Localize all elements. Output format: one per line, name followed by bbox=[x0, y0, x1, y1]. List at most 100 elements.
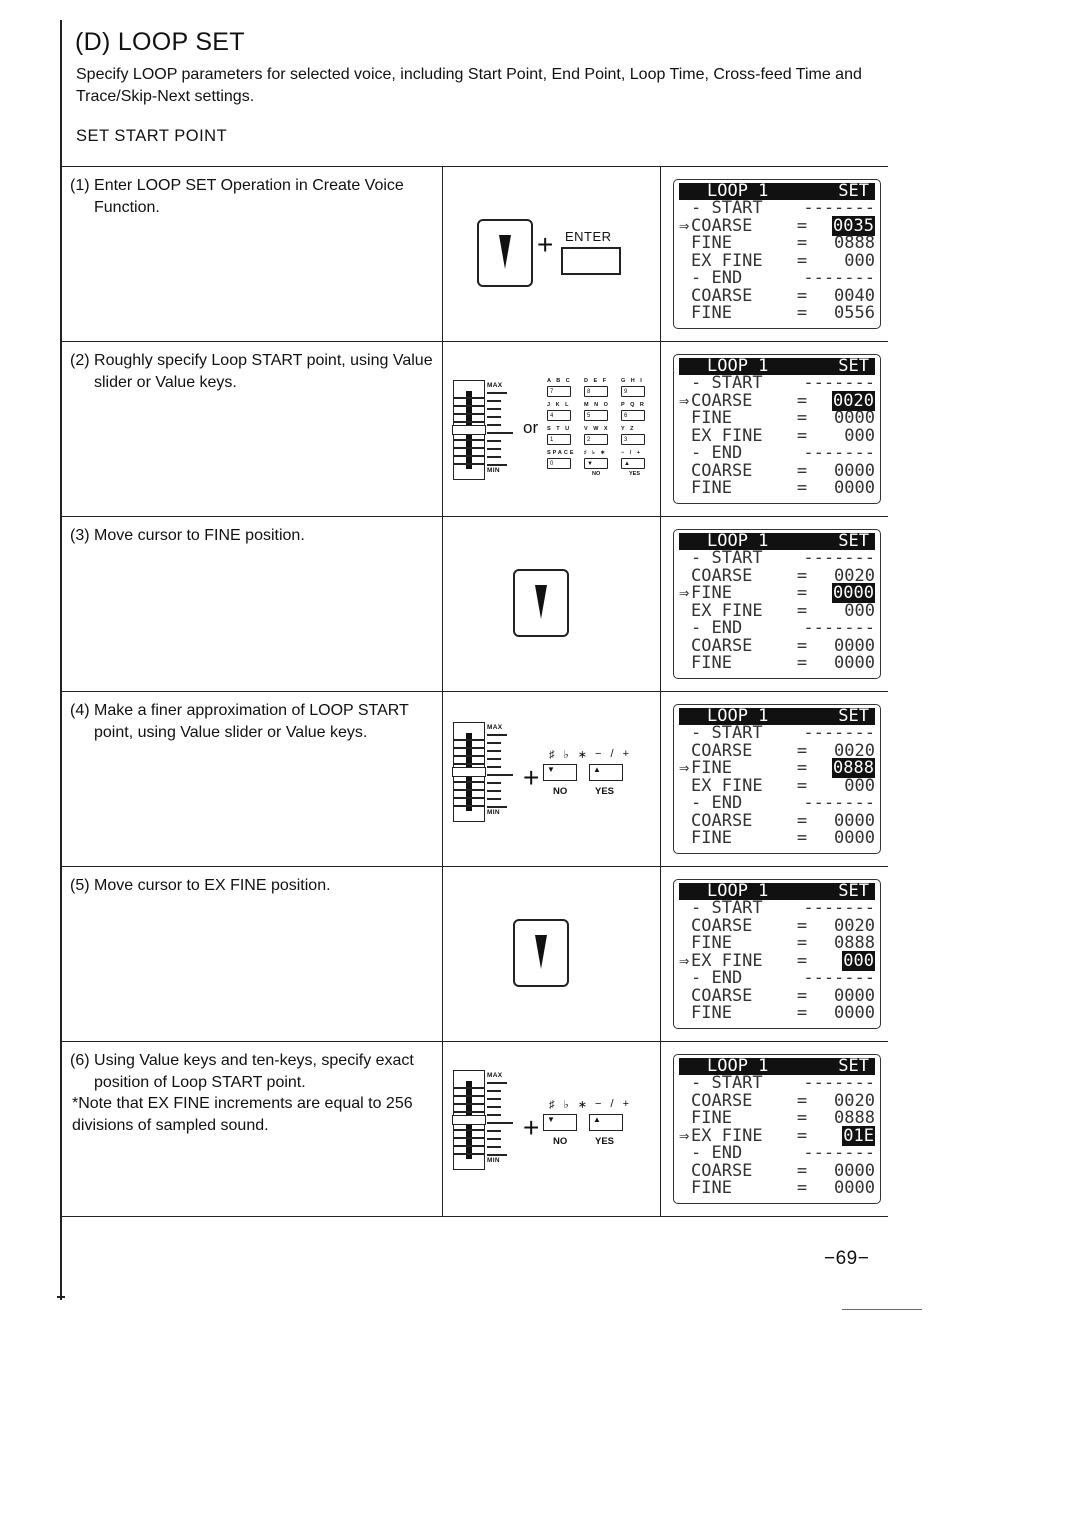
lcd-section-label: - START bbox=[691, 548, 763, 568]
margin-rule-end bbox=[57, 1296, 65, 1298]
scale-mark bbox=[487, 1114, 501, 1116]
scale-mark bbox=[487, 782, 501, 784]
keypad-letters: D E F bbox=[584, 378, 609, 384]
slider-knob[interactable] bbox=[452, 425, 486, 435]
keypad-key[interactable]: ▲ bbox=[621, 458, 645, 469]
yes-key[interactable]: ▲ bbox=[589, 1114, 623, 1131]
keypad-key[interactable]: 4 bbox=[547, 410, 571, 421]
no-key[interactable]: ▼ bbox=[543, 764, 577, 781]
lcd-section-label: - START bbox=[691, 1073, 763, 1093]
step-instruction: Roughly specify Loop START point, using … bbox=[94, 352, 433, 391]
page-title: (D) LOOP SET bbox=[75, 28, 245, 56]
step-text: (6) Using Value keys and ten-keys, speci… bbox=[70, 1050, 436, 1093]
keypad-key[interactable]: 9 bbox=[621, 386, 645, 397]
lcd-row-end-fine: FINE = 0556 bbox=[679, 303, 875, 323]
lcd-row-end-fine: FINE = 0000 bbox=[679, 1003, 875, 1023]
cursor-arrow-icon bbox=[679, 813, 691, 831]
keypad-key-face: 1 bbox=[550, 437, 554, 443]
no-key-symbols: ♯ ♭ ∗ bbox=[549, 749, 591, 761]
cursor-arrow-icon: ⇒ bbox=[679, 390, 690, 411]
lcd-display: LOOP 1 SET - START ------- ⇒ COARSE = 0035 FINE =… bbox=[673, 179, 881, 329]
cursor-down-key[interactable] bbox=[477, 219, 533, 287]
yes-label: YES bbox=[595, 1136, 615, 1147]
keypad-letters: − / + bbox=[621, 450, 643, 456]
step-description: (4) Make a finer approximation of LOOP S… bbox=[62, 692, 442, 866]
enter-key[interactable] bbox=[561, 247, 621, 275]
step-number: (1) bbox=[70, 177, 90, 194]
keypad-key[interactable]: 7 bbox=[547, 386, 571, 397]
slider-tick bbox=[454, 397, 484, 399]
min-label: MIN bbox=[487, 467, 500, 474]
cursor-down-key[interactable] bbox=[513, 919, 569, 987]
cursor-arrow-icon bbox=[679, 235, 691, 253]
slider-tick bbox=[454, 739, 484, 741]
keypad-key-face: ▲ bbox=[624, 461, 630, 467]
cursor-down-key[interactable] bbox=[513, 569, 569, 637]
step-number: (5) bbox=[70, 877, 90, 894]
section-heading: SET START POINT bbox=[76, 127, 228, 145]
step-text: (1) Enter LOOP SET Operation in Create V… bbox=[70, 175, 436, 218]
plus-sign: + bbox=[523, 762, 540, 793]
no-key[interactable]: ▼ bbox=[543, 1114, 577, 1131]
lcd-section-label: - END bbox=[691, 268, 743, 288]
keypad-key[interactable]: 3 bbox=[621, 434, 645, 445]
up-arrow-icon: ▲ bbox=[593, 765, 601, 774]
step-row: (2) Roughly specify Loop START point, us… bbox=[62, 341, 888, 516]
step-instruction: Move cursor to EX FINE position. bbox=[94, 877, 331, 894]
value-slider[interactable] bbox=[452, 1070, 486, 1170]
down-arrow-icon bbox=[535, 935, 547, 969]
step-text: (3) Move cursor to FINE position. bbox=[70, 525, 436, 547]
lcd-value-text: 0000 bbox=[834, 653, 875, 673]
down-arrow-icon bbox=[535, 585, 547, 619]
keypad-letters: P Q R bbox=[621, 402, 646, 408]
keypad-key[interactable]: 1 bbox=[547, 434, 571, 445]
keypad-letters: G H I bbox=[621, 378, 644, 384]
lcd-equals: = bbox=[796, 303, 808, 323]
yes-key-symbols: − / + bbox=[595, 748, 633, 760]
scale-mark bbox=[487, 1090, 501, 1092]
or-label: or bbox=[523, 418, 539, 437]
keypad-key[interactable]: ▼ bbox=[584, 458, 608, 469]
cursor-arrow-icon bbox=[679, 778, 691, 796]
keypad-key[interactable]: 2 bbox=[584, 434, 608, 445]
enter-label: ENTER bbox=[565, 229, 612, 244]
key-operation-illustration: MAX MIN + ♯ ♭ ∗ − / + ▼ ▲ NO YES bbox=[442, 692, 660, 866]
value-slider[interactable] bbox=[452, 722, 486, 822]
keypad-key[interactable]: 5 bbox=[584, 410, 608, 421]
scale-mark bbox=[487, 456, 501, 458]
up-arrow-icon: ▲ bbox=[593, 1115, 601, 1124]
cursor-arrow-icon: ⇒ bbox=[679, 950, 690, 971]
cursor-arrow-icon bbox=[679, 1180, 691, 1198]
lcd-section-label: - END bbox=[691, 968, 743, 988]
lcd-param-value: 0000 bbox=[813, 653, 875, 673]
lcd-value-text: 0000 bbox=[834, 1178, 875, 1198]
slider-knob[interactable] bbox=[452, 767, 486, 777]
step-number: (3) bbox=[70, 527, 90, 544]
step-row: (3) Move cursor to FINE position. LOOP 1S… bbox=[62, 516, 888, 691]
step-text: (4) Make a finer approximation of LOOP S… bbox=[70, 700, 436, 743]
slider-tick bbox=[454, 1153, 484, 1155]
scale-mark bbox=[487, 1106, 501, 1108]
lcd-value-text: 0000 bbox=[834, 1003, 875, 1023]
value-slider[interactable] bbox=[452, 380, 486, 480]
max-label: MAX bbox=[487, 724, 503, 731]
scale-mark bbox=[487, 766, 501, 768]
keypad-letters: SPACE bbox=[547, 450, 576, 456]
cursor-arrow-icon: ⇒ bbox=[679, 583, 690, 603]
yes-key[interactable]: ▲ bbox=[589, 764, 623, 781]
max-label: MAX bbox=[487, 1072, 503, 1079]
intro-paragraph: Specify LOOP parameters for selected voi… bbox=[76, 66, 862, 105]
key-operation-illustration: + ENTER bbox=[442, 167, 660, 341]
keypad-key[interactable]: 0 bbox=[547, 458, 571, 469]
slider-knob[interactable] bbox=[452, 1115, 486, 1125]
slider-tick bbox=[454, 1087, 484, 1089]
keypad-key[interactable]: 8 bbox=[584, 386, 608, 397]
cursor-arrow-icon bbox=[679, 288, 691, 306]
step-row: (4) Make a finer approximation of LOOP S… bbox=[62, 691, 888, 866]
max-label: MAX bbox=[487, 382, 503, 389]
step-note: *Note that EX FINE increments are equal … bbox=[72, 1095, 413, 1134]
lcd-equals: = bbox=[796, 758, 808, 778]
cursor-arrow-icon bbox=[679, 410, 691, 428]
keypad-key[interactable]: 6 bbox=[621, 410, 645, 421]
keypad-key-face: 6 bbox=[624, 413, 628, 419]
